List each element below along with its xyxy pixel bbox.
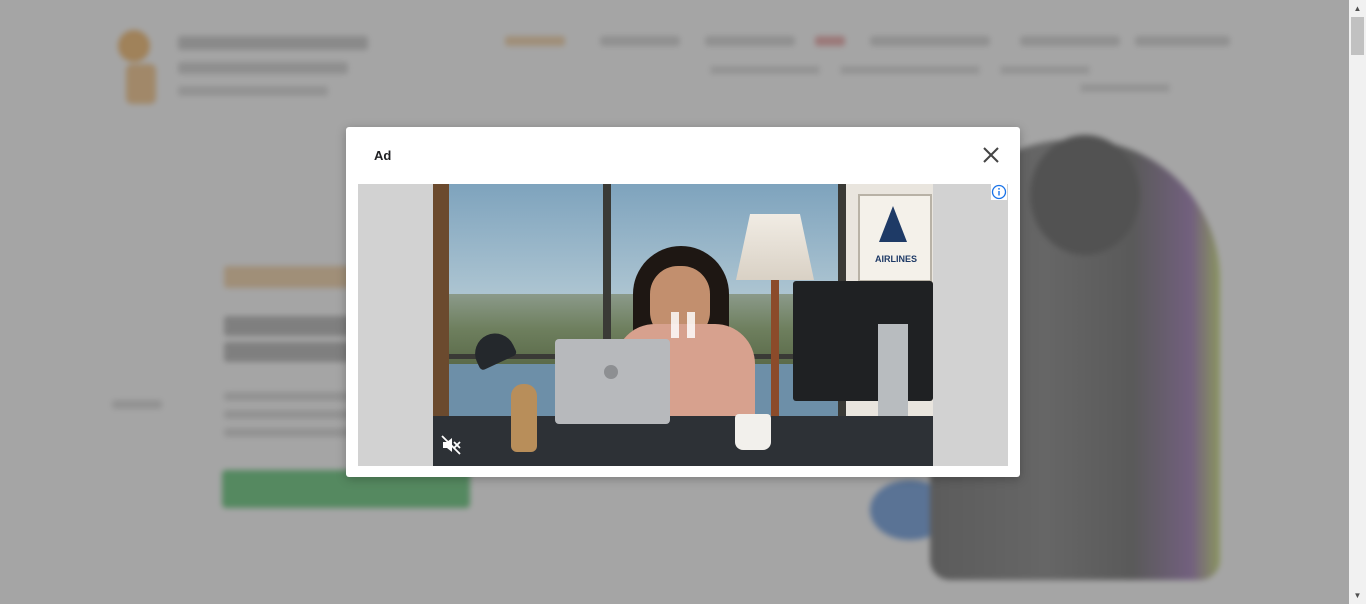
chevron-down-icon[interactable]: ▼: [1349, 587, 1366, 604]
scrollbar-thumb[interactable]: [1351, 17, 1364, 55]
mute-button[interactable]: [440, 434, 462, 456]
pause-button[interactable]: [671, 312, 695, 338]
poster-text: AIRLINES: [874, 254, 917, 264]
info-icon[interactable]: [991, 184, 1007, 200]
page-scrollbar[interactable]: ▲ ▼: [1349, 0, 1366, 604]
ad-info-button[interactable]: [991, 184, 1007, 200]
modal-title: Ad: [374, 148, 392, 163]
video-scene-monitor: [793, 281, 933, 401]
ad-video[interactable]: AIRLINES: [433, 184, 933, 466]
ad-frame[interactable]: AIRLINES: [358, 184, 1008, 466]
close-icon[interactable]: [980, 144, 1002, 166]
video-scene-shelf: [433, 184, 449, 424]
video-scene-laptop-logo: [604, 365, 618, 379]
close-button[interactable]: [980, 144, 1002, 166]
video-scene-desk: [433, 416, 933, 466]
volume-muted-icon[interactable]: [440, 434, 462, 456]
poster-logo: [879, 206, 907, 242]
ad-modal: Ad AIRLINES: [346, 127, 1020, 477]
video-scene-figurine: [511, 384, 537, 452]
video-scene-mug: [735, 414, 771, 450]
video-scene-lamp-stand: [771, 280, 779, 420]
video-scene-laptop: [555, 339, 670, 424]
chevron-up-icon[interactable]: ▲: [1349, 0, 1366, 17]
